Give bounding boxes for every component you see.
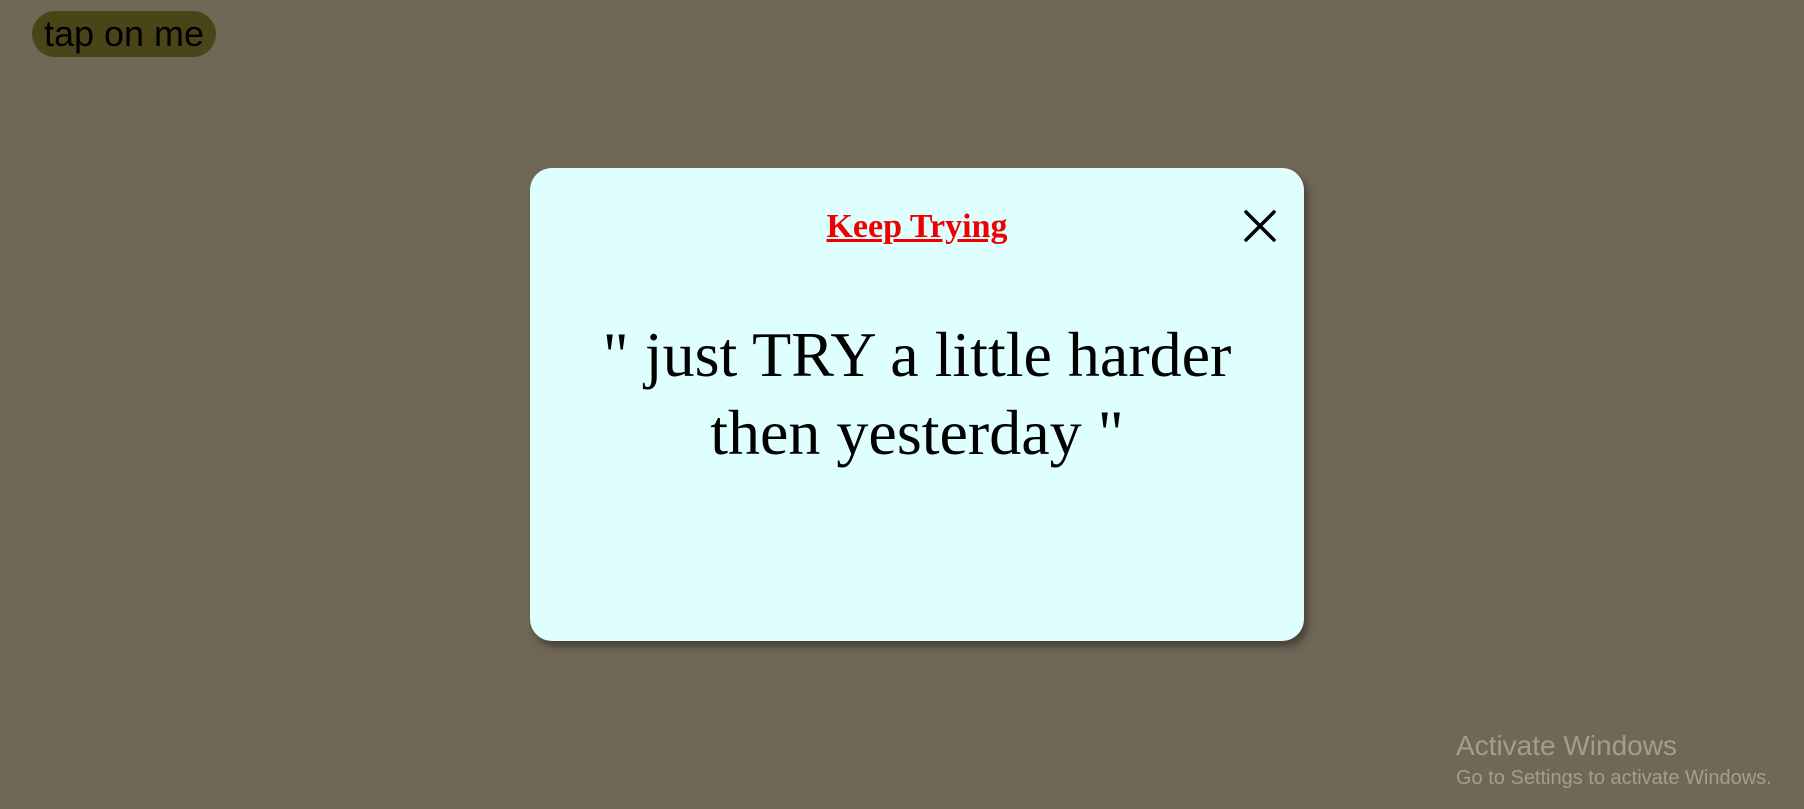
activate-windows-watermark: Activate Windows Go to Settings to activ…	[1456, 728, 1772, 792]
tap-on-me-button[interactable]: tap on me	[32, 11, 216, 57]
modal-title: Keep Trying	[826, 208, 1008, 245]
activate-windows-subtitle: Go to Settings to activate Windows.	[1456, 767, 1772, 789]
activate-windows-title: Activate Windows	[1456, 730, 1677, 761]
close-icon	[1244, 210, 1276, 242]
close-button[interactable]	[1236, 202, 1284, 250]
modal-quote: " just TRY a little harder then yesterda…	[602, 319, 1232, 468]
modal-dialog: Keep Trying " just TRY a little harder t…	[530, 168, 1304, 641]
